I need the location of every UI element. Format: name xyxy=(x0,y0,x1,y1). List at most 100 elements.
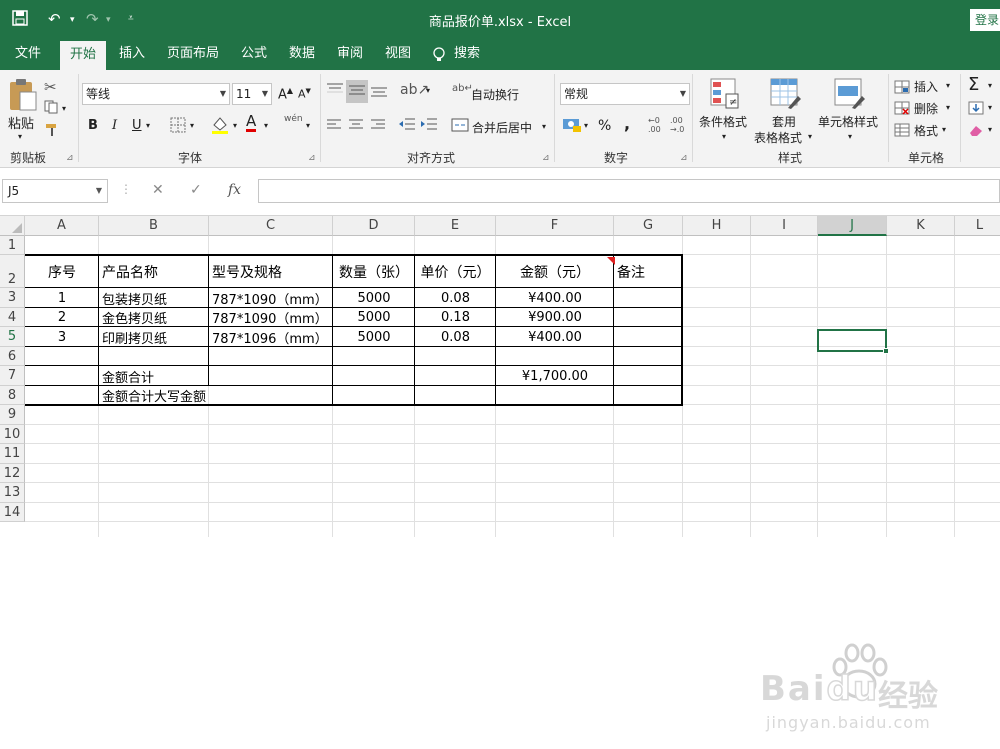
row-header-14[interactable]: 14 xyxy=(0,503,25,522)
row-header-12[interactable]: 12 xyxy=(0,464,25,483)
format-painter-icon[interactable] xyxy=(44,122,60,141)
border-dropdown-icon[interactable]: ▾ xyxy=(190,121,194,130)
header-cell-e[interactable]: 单价（元） xyxy=(418,255,493,288)
spreadsheet-grid[interactable]: ABCDEFGHIJKL 1 2 3 4 5 6 7 8 9 10 11 12 13 14 序号 产品名称型… xyxy=(0,216,1000,732)
data-cell-e3[interactable]: 0.08 xyxy=(418,288,493,308)
data-cell-f4[interactable]: ¥900.00 xyxy=(499,308,611,327)
row-header-9[interactable]: 9 xyxy=(0,405,25,425)
data-cell-a4[interactable]: 2 xyxy=(28,308,96,327)
phonetic-dropdown-icon[interactable]: ▾ xyxy=(306,121,310,130)
cell-styles-dropdown-icon[interactable]: ▾ xyxy=(848,132,852,141)
data-cell-d4[interactable]: 5000 xyxy=(336,308,412,327)
delete-cells-button[interactable]: 删除 xyxy=(914,100,938,117)
conditional-format-icon[interactable]: ≠ xyxy=(710,78,740,113)
cut-icon[interactable]: ✂ xyxy=(44,78,57,96)
orientation-icon[interactable]: ab↗ xyxy=(400,82,429,98)
column-header-a[interactable]: A xyxy=(25,216,99,236)
font-name-select[interactable]: 等线 ▼ xyxy=(82,83,230,105)
percent-button[interactable]: % xyxy=(598,118,611,134)
fill-color-dropdown-icon[interactable]: ▾ xyxy=(233,121,237,130)
fill-dropdown-icon[interactable]: ▾ xyxy=(988,103,992,112)
increase-decimal-icon[interactable]: ←0.00 xyxy=(648,116,661,134)
data-cell-b5[interactable]: 印刷拷贝纸 xyxy=(102,327,206,347)
data-cell-d5[interactable]: 5000 xyxy=(336,327,412,347)
column-header-g[interactable]: G xyxy=(614,216,683,236)
formula-input[interactable] xyxy=(258,179,1000,203)
insert-cells-icon[interactable] xyxy=(894,80,910,97)
header-cell-a[interactable]: 序号 xyxy=(28,255,96,288)
column-header-d[interactable]: D xyxy=(333,216,415,236)
increase-indent-icon[interactable] xyxy=(420,117,438,136)
align-middle-icon[interactable] xyxy=(346,80,368,103)
name-box[interactable]: J5 ▼ xyxy=(2,179,108,203)
fill-color-icon[interactable] xyxy=(210,115,230,138)
tab-formulas[interactable]: 公式 xyxy=(234,40,274,70)
paste-dropdown-icon[interactable]: ▾ xyxy=(18,132,22,141)
format-as-table-icon[interactable] xyxy=(770,78,802,113)
header-cell-c[interactable]: 型号及规格 xyxy=(212,255,330,288)
insert-dropdown-icon[interactable]: ▾ xyxy=(946,81,950,90)
data-cell-c3[interactable]: 787*1090（mm） xyxy=(212,288,330,308)
column-header-l[interactable]: L xyxy=(955,216,1000,236)
align-left-icon[interactable] xyxy=(326,118,342,135)
number-launcher-icon[interactable]: ⊿ xyxy=(680,153,688,163)
column-header-j[interactable]: J xyxy=(818,216,887,236)
format-as-table-label-2[interactable]: 表格格式 xyxy=(754,129,802,146)
data-cell-a5[interactable]: 3 xyxy=(28,327,96,347)
tab-view[interactable]: 视图 xyxy=(378,40,418,70)
data-cell-b4[interactable]: 金色拷贝纸 xyxy=(102,308,206,327)
font-size-select[interactable]: 11 ▼ xyxy=(232,83,272,105)
select-all-corner[interactable] xyxy=(0,216,25,236)
underline-dropdown-icon[interactable]: ▾ xyxy=(146,121,150,130)
tab-review[interactable]: 审阅 xyxy=(330,40,370,70)
column-header-k[interactable]: K xyxy=(887,216,955,236)
fill-down-icon[interactable] xyxy=(968,101,984,118)
row-header-7[interactable]: 7 xyxy=(0,366,25,386)
format-dropdown-icon[interactable]: ▾ xyxy=(942,125,946,134)
insert-function-icon[interactable]: fx xyxy=(228,182,241,198)
lightbulb-icon[interactable] xyxy=(430,40,448,70)
column-header-i[interactable]: I xyxy=(751,216,818,236)
tab-data[interactable]: 数据 xyxy=(282,40,322,70)
grow-font-icon[interactable]: A▲ xyxy=(278,86,293,102)
merge-center-icon[interactable] xyxy=(451,118,469,135)
conditional-format-dropdown-icon[interactable]: ▾ xyxy=(722,132,726,141)
merge-center-button[interactable]: 合并后居中 xyxy=(472,119,532,136)
row-header-6[interactable]: 6 xyxy=(0,347,25,366)
tab-insert[interactable]: 插入 xyxy=(112,40,152,70)
paste-label[interactable]: 粘贴 xyxy=(8,113,34,132)
currency-icon[interactable] xyxy=(562,117,582,136)
row-header-3[interactable]: 3 xyxy=(0,288,25,308)
tab-page-layout[interactable]: 页面布局 xyxy=(160,40,226,70)
insert-cells-button[interactable]: 插入 xyxy=(914,78,938,95)
header-cell-f[interactable]: 金额（元） xyxy=(499,255,611,288)
align-top-icon[interactable] xyxy=(326,82,344,101)
row-header-10[interactable]: 10 xyxy=(0,425,25,444)
format-cells-icon[interactable] xyxy=(894,123,910,140)
column-header-b[interactable]: B xyxy=(99,216,209,236)
align-bottom-icon[interactable] xyxy=(370,82,388,101)
data-cell-e4[interactable]: 0.18 xyxy=(418,308,493,327)
row-header-2[interactable]: 2 xyxy=(0,255,25,288)
row-header-4[interactable]: 4 xyxy=(0,308,25,327)
clear-dropdown-icon[interactable]: ▾ xyxy=(988,125,992,134)
row-header-11[interactable]: 11 xyxy=(0,444,25,464)
border-icon[interactable] xyxy=(170,117,186,136)
header-cell-b[interactable]: 产品名称 xyxy=(102,255,206,288)
row-header-8[interactable]: 8 xyxy=(0,386,25,405)
data-cell-e5[interactable]: 0.08 xyxy=(418,327,493,347)
column-header-e[interactable]: E xyxy=(415,216,496,236)
data-cell-a3[interactable]: 1 xyxy=(28,288,96,308)
cancel-icon[interactable]: ✕ xyxy=(152,182,164,198)
data-cell-c4[interactable]: 787*1090（mm） xyxy=(212,308,330,327)
merge-dropdown-icon[interactable]: ▾ xyxy=(542,122,546,131)
font-color-icon[interactable]: A xyxy=(246,114,257,132)
align-center-icon[interactable] xyxy=(348,118,364,135)
format-as-table-label-1[interactable]: 套用 xyxy=(772,113,796,130)
enter-icon[interactable]: ✓ xyxy=(190,182,202,198)
paste-icon[interactable] xyxy=(8,78,38,115)
data-cell-c5[interactable]: 787*1096（mm） xyxy=(212,327,330,347)
comment-indicator-icon[interactable] xyxy=(607,254,615,268)
data-cell-b3[interactable]: 包装拷贝纸 xyxy=(102,288,206,308)
wrap-text-button[interactable]: 自动换行 xyxy=(471,86,519,103)
